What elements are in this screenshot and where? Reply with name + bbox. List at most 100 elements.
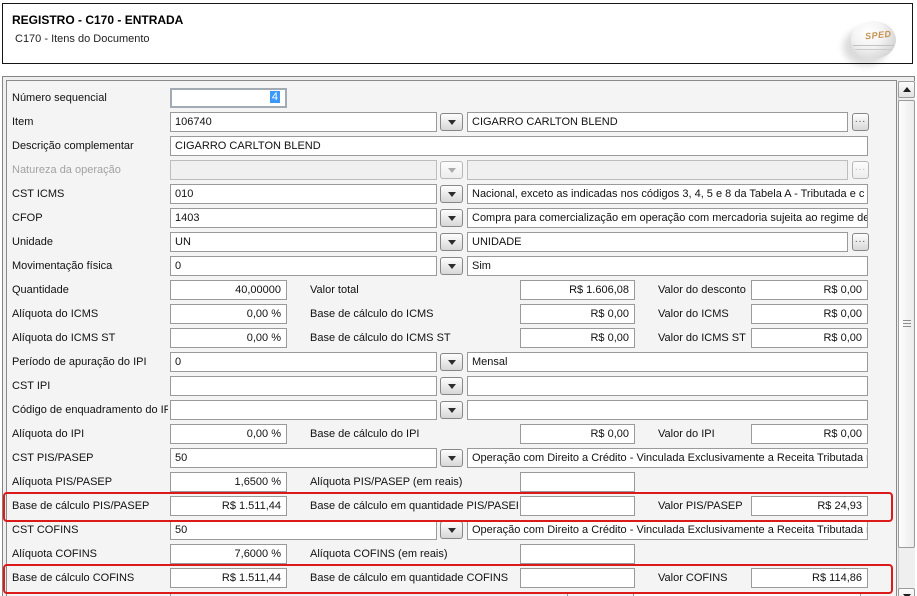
- base-de-calculo-do-ipi-input[interactable]: R$ 0,00: [520, 424, 635, 444]
- numero-sequencial-input[interactable]: 4: [170, 88, 287, 108]
- cst-icms-description[interactable]: Nacional, exceto as indicadas nos código…: [467, 184, 868, 204]
- valor-pis-pasep-label: Valor PIS/PASEP: [658, 496, 750, 516]
- unidade-description[interactable]: UNIDADE: [467, 232, 848, 252]
- cst-cofins-description[interactable]: Operação com Direito a Crédito - Vincula…: [467, 520, 868, 540]
- cst-icms-input[interactable]: 010: [170, 184, 437, 204]
- aliquota-do-icms-st-input[interactable]: 0,00 %: [170, 328, 287, 348]
- partial-input-right[interactable]: [633, 592, 861, 596]
- valor-cofins-input[interactable]: R$ 114,86: [751, 568, 868, 588]
- movimentacao-fisica-input[interactable]: 0: [170, 256, 437, 276]
- item-input[interactable]: 106740: [170, 112, 437, 132]
- aliquota-pis-pasep-em-reais-input[interactable]: [520, 472, 635, 492]
- periodo-de-apuracao-do-ipi-label: Período de apuração do IPI: [12, 352, 168, 372]
- cst-ipi-description[interactable]: [467, 376, 868, 396]
- item-dropdown-button[interactable]: [440, 113, 463, 131]
- cst-cofins-dropdown-button[interactable]: [440, 521, 463, 539]
- aliquota-pis-pasep-input[interactable]: 1,6500 %: [170, 472, 287, 492]
- chevron-down-icon: [448, 456, 456, 461]
- base-de-calculo-do-icms-st-input[interactable]: R$ 0,00: [520, 328, 635, 348]
- form-row-descricao-complementar: Descrição complementarCIGARRO CARLTON BL…: [0, 136, 917, 160]
- base-de-calculo-do-icms-label: Base de cálculo do ICMS: [310, 304, 518, 324]
- codigo-de-enquadramento-do-ipi-input[interactable]: [170, 400, 437, 420]
- valor-do-desconto-input[interactable]: R$ 0,00: [751, 280, 868, 300]
- descricao-complementar-input[interactable]: CIGARRO CARLTON BLEND: [170, 136, 868, 156]
- cst-pis-pasep-dropdown-button[interactable]: [440, 449, 463, 467]
- base-de-calculo-em-quantidade-pis-pasep-input[interactable]: [520, 496, 635, 516]
- movimentacao-fisica-description[interactable]: Sim: [467, 256, 868, 276]
- periodo-de-apuracao-do-ipi-input[interactable]: 0: [170, 352, 437, 372]
- chevron-down-icon: [448, 408, 456, 413]
- movimentacao-fisica-label: Movimentação física: [12, 256, 168, 276]
- natureza-da-operacao-description[interactable]: [467, 160, 848, 180]
- aliquota-do-icms-input[interactable]: 0,00 %: [170, 304, 287, 324]
- cfop-dropdown-button[interactable]: [440, 209, 463, 227]
- scroll-up-button[interactable]: [898, 81, 915, 98]
- cst-icms-label: CST ICMS: [12, 184, 168, 204]
- valor-do-icms-input[interactable]: R$ 0,00: [751, 304, 868, 324]
- aliquota-do-ipi-label: Alíquota do IPI: [12, 424, 168, 444]
- aliquota-cofins-em-reais-input[interactable]: [520, 544, 635, 564]
- codigo-de-enquadramento-do-ipi-label: Código de enquadramento do IPI: [12, 400, 168, 420]
- cst-icms-dropdown-button[interactable]: [440, 185, 463, 203]
- unidade-lookup-button[interactable]: ...: [852, 233, 869, 251]
- movimentacao-fisica-dropdown-button[interactable]: [440, 257, 463, 275]
- base-de-calculo-do-icms-st-label: Base de cálculo do ICMS ST: [310, 328, 518, 348]
- valor-total-input[interactable]: R$ 1.606,08: [520, 280, 635, 300]
- base-de-calculo-cofins-input[interactable]: R$ 1.511,44: [170, 568, 287, 588]
- quantidade-input[interactable]: 40,00000: [170, 280, 287, 300]
- codigo-de-enquadramento-do-ipi-description[interactable]: [467, 400, 868, 420]
- cst-ipi-dropdown-button[interactable]: [440, 377, 463, 395]
- periodo-de-apuracao-do-ipi-dropdown-button[interactable]: [440, 353, 463, 371]
- form-row-numero-sequencial: Número sequencial4: [0, 88, 917, 112]
- arrow-up-icon: [903, 87, 911, 92]
- chevron-down-icon: [448, 384, 456, 389]
- form-row-cst-ipi: CST IPI: [0, 376, 917, 400]
- cst-cofins-input[interactable]: 50: [170, 520, 437, 540]
- aliquota-cofins-input[interactable]: 7,6000 %: [170, 544, 287, 564]
- partial-input-left[interactable]: [170, 592, 568, 596]
- form-row-base-de-calculo-pis-pasep: Base de cálculo PIS/PASEPR$ 1.511,44Base…: [0, 496, 917, 520]
- valor-do-ipi-input[interactable]: R$ 0,00: [751, 424, 868, 444]
- scroll-down-button[interactable]: [898, 588, 915, 596]
- form-row-periodo-de-apuracao-do-ipi: Período de apuração do IPI0 Mensal: [0, 352, 917, 376]
- aliquota-do-ipi-input[interactable]: 0,00 %: [170, 424, 287, 444]
- numero-sequencial-label: Número sequencial: [12, 88, 168, 108]
- form-row-aliquota-do-icms: Alíquota do ICMS0,00 % Base de cálculo do…: [0, 304, 917, 328]
- base-de-calculo-em-quantidade-cofins-input[interactable]: [520, 568, 635, 588]
- valor-do-desconto-label: Valor do desconto: [658, 280, 750, 300]
- codigo-de-enquadramento-do-ipi-dropdown-button[interactable]: [440, 401, 463, 419]
- chevron-down-icon: [448, 528, 456, 533]
- cfop-label: CFOP: [12, 208, 168, 228]
- item-description[interactable]: CIGARRO CARLTON BLEND: [467, 112, 848, 132]
- cfop-input[interactable]: 1403: [170, 208, 437, 228]
- form-row-item: Item106740 CIGARRO CARLTON BLEND...: [0, 112, 917, 136]
- base-de-calculo-do-icms-input[interactable]: R$ 0,00: [520, 304, 635, 324]
- vertical-scrollbar-thumb[interactable]: [898, 100, 915, 548]
- valor-cofins-label: Valor COFINS: [658, 568, 750, 588]
- valor-total-label: Valor total: [310, 280, 518, 300]
- item-label: Item: [12, 112, 168, 132]
- base-de-calculo-em-quantidade-cofins-label: Base de cálculo em quantidade COFINS: [310, 568, 518, 588]
- quantidade-label: Quantidade: [12, 280, 168, 300]
- valor-pis-pasep-input[interactable]: R$ 24,93: [751, 496, 868, 516]
- valor-do-icms-label: Valor do ICMS: [658, 304, 750, 324]
- base-de-calculo-pis-pasep-input[interactable]: R$ 1.511,44: [170, 496, 287, 516]
- aliquota-do-icms-label: Alíquota do ICMS: [12, 304, 168, 324]
- descricao-complementar-label: Descrição complementar: [12, 136, 168, 156]
- unidade-input[interactable]: UN: [170, 232, 437, 252]
- aliquota-cofins-label: Alíquota COFINS: [12, 544, 168, 564]
- natureza-da-operacao-lookup-button: ...: [852, 161, 869, 179]
- unidade-dropdown-button[interactable]: [440, 233, 463, 251]
- periodo-de-apuracao-do-ipi-description[interactable]: Mensal: [467, 352, 868, 372]
- cfop-description[interactable]: Compra para comercialização em operação …: [467, 208, 868, 228]
- valor-do-icms-st-input[interactable]: R$ 0,00: [751, 328, 868, 348]
- cst-pis-pasep-description[interactable]: Operação com Direito a Crédito - Vincula…: [467, 448, 868, 468]
- cst-pis-pasep-input[interactable]: 50: [170, 448, 437, 468]
- sped-logo-icon: SPED: [851, 21, 896, 59]
- natureza-da-operacao-input[interactable]: [170, 160, 437, 180]
- aliquota-pis-pasep-em-reais-label: Alíquota PIS/PASEP (em reais): [310, 472, 518, 492]
- cst-ipi-input[interactable]: [170, 376, 437, 396]
- item-lookup-button[interactable]: ...: [852, 113, 869, 131]
- aliquota-do-icms-st-label: Alíquota do ICMS ST: [12, 328, 168, 348]
- form-row-aliquota-pis-pasep: Alíquota PIS/PASEP1,6500 %Alíquota PIS/P…: [0, 472, 917, 496]
